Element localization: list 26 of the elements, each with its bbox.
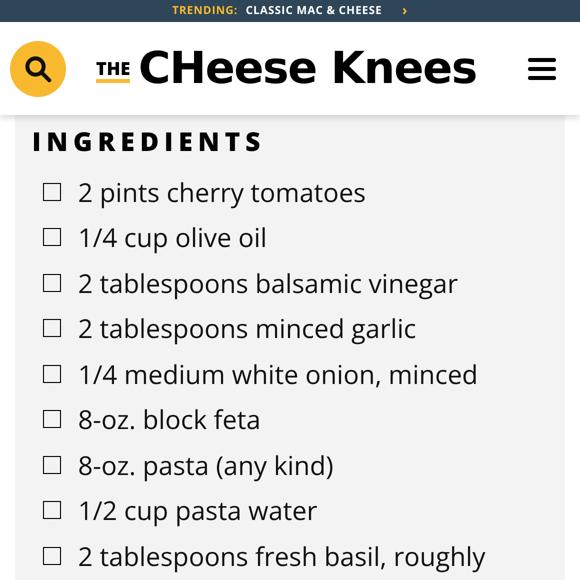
checkbox[interactable] <box>43 456 61 474</box>
menu-button[interactable] <box>528 56 556 82</box>
ingredient-text: 2 tablespoons fresh basil, roughly <box>78 538 486 573</box>
ingredient-text: 2 tablespoons balsamic vinegar <box>78 266 458 300</box>
checkbox[interactable] <box>43 182 61 201</box>
search-icon <box>23 54 53 84</box>
ingredients-heading: INGREDIENTS <box>32 125 266 157</box>
ingredient-text: 1/4 medium white onion, minced <box>78 356 478 391</box>
logo-text: CHeese Knees <box>138 46 477 90</box>
ingredient-text: 2 tablespoons minced garlic <box>78 311 416 346</box>
checkbox[interactable] <box>43 228 61 246</box>
checkbox[interactable] <box>43 501 61 520</box>
ingredient-text: 1/4 cup olive oil <box>78 220 267 254</box>
ingredient-text: 8-oz. block feta <box>78 402 261 436</box>
checkbox[interactable] <box>43 364 61 383</box>
checkbox[interactable] <box>43 410 61 428</box>
checkbox[interactable] <box>43 274 61 292</box>
logo-small-text: THE <box>96 58 130 82</box>
checkbox[interactable] <box>43 546 61 565</box>
ingredient-text: 8-oz. pasta (any kind) <box>78 448 334 482</box>
ingredient-text: 2 pints cherry tomatoes <box>78 174 366 209</box>
arrow-icon: › <box>402 4 408 18</box>
banner-label: TRENDING: <box>172 2 238 20</box>
banner-link[interactable]: CLASSIC MAC & CHEESE <box>246 2 382 20</box>
checkbox[interactable] <box>43 319 61 338</box>
ingredient-text: 1/2 cup pasta water <box>78 493 318 528</box>
